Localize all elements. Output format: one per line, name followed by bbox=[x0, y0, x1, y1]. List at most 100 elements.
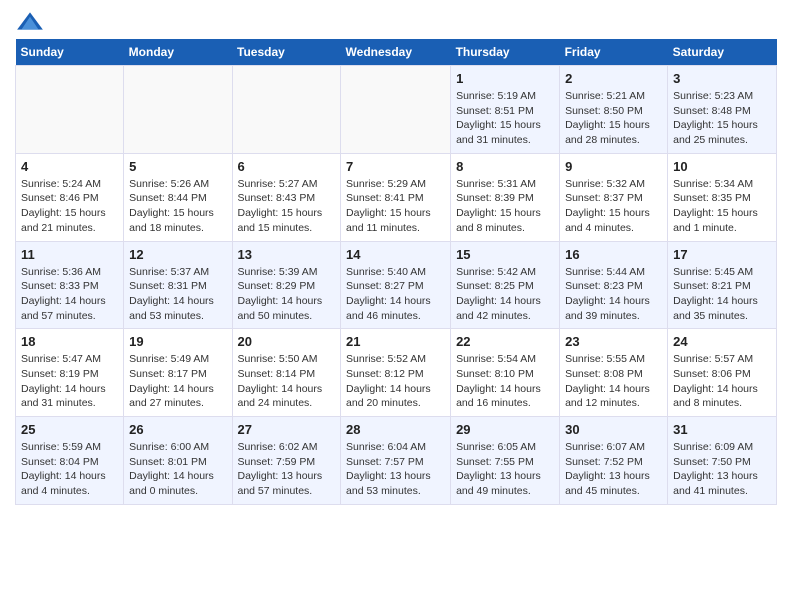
calendar-cell: 3 Sunrise: 5:23 AMSunset: 8:48 PMDaylight… bbox=[668, 66, 777, 154]
day-info: Sunrise: 5:24 AMSunset: 8:46 PMDaylight:… bbox=[21, 177, 118, 236]
day-info: Sunrise: 5:45 AMSunset: 8:21 PMDaylight:… bbox=[673, 265, 771, 324]
calendar-cell bbox=[124, 66, 232, 154]
day-info: Sunrise: 5:19 AMSunset: 8:51 PMDaylight:… bbox=[456, 89, 554, 148]
day-info: Sunrise: 5:52 AMSunset: 8:12 PMDaylight:… bbox=[346, 352, 445, 411]
calendar-cell: 21Sunrise: 5:52 AMSunset: 8:12 PMDayligh… bbox=[341, 329, 451, 417]
calendar-cell: 7 Sunrise: 5:29 AMSunset: 8:41 PMDaylight… bbox=[341, 153, 451, 241]
calendar-body: 1Sunrise: 5:19 AMSunset: 8:51 PMDaylight… bbox=[16, 66, 777, 505]
day-number: 4 bbox=[21, 159, 118, 174]
header-tuesday: Tuesday bbox=[232, 39, 341, 66]
week-row-5: 25 Sunrise: 5:59 AMSunset: 8:04 PMDayligh… bbox=[16, 417, 777, 505]
calendar-cell: 15 Sunrise: 5:42 AMSunset: 8:25 PMDayligh… bbox=[451, 241, 560, 329]
day-info: Sunrise: 5:34 AMSunset: 8:35 PMDaylight:… bbox=[673, 177, 771, 236]
day-info: Sunrise: 5:49 AMSunset: 8:17 PMDaylight:… bbox=[129, 352, 226, 411]
day-info: Sunrise: 5:40 AMSunset: 8:27 PMDaylight:… bbox=[346, 265, 445, 324]
calendar-cell: 20 Sunrise: 5:50 AMSunset: 8:14 PMDayligh… bbox=[232, 329, 341, 417]
calendar-cell: 4 Sunrise: 5:24 AMSunset: 8:46 PMDaylight… bbox=[16, 153, 124, 241]
calendar-cell bbox=[341, 66, 451, 154]
calendar-cell: 14 Sunrise: 5:40 AMSunset: 8:27 PMDayligh… bbox=[341, 241, 451, 329]
calendar-cell: 11Sunrise: 5:36 AMSunset: 8:33 PMDayligh… bbox=[16, 241, 124, 329]
day-number: 24 bbox=[673, 334, 771, 349]
day-number: 14 bbox=[346, 247, 445, 262]
day-info: Sunrise: 5:37 AMSunset: 8:31 PMDaylight:… bbox=[129, 265, 226, 324]
week-row-4: 18 Sunrise: 5:47 AMSunset: 8:19 PMDayligh… bbox=[16, 329, 777, 417]
day-number: 13 bbox=[238, 247, 336, 262]
day-number: 6 bbox=[238, 159, 336, 174]
day-number: 10 bbox=[673, 159, 771, 174]
day-info: Sunrise: 6:09 AMSunset: 7:50 PMDaylight:… bbox=[673, 440, 771, 499]
day-info: Sunrise: 5:42 AMSunset: 8:25 PMDaylight:… bbox=[456, 265, 554, 324]
day-info: Sunrise: 5:47 AMSunset: 8:19 PMDaylight:… bbox=[21, 352, 118, 411]
calendar-cell bbox=[232, 66, 341, 154]
calendar-cell: 30Sunrise: 6:07 AMSunset: 7:52 PMDayligh… bbox=[560, 417, 668, 505]
header-thursday: Thursday bbox=[451, 39, 560, 66]
day-info: Sunrise: 6:02 AMSunset: 7:59 PMDaylight:… bbox=[238, 440, 336, 499]
header-friday: Friday bbox=[560, 39, 668, 66]
day-info: Sunrise: 5:23 AMSunset: 8:48 PMDaylight:… bbox=[673, 89, 771, 148]
day-number: 22 bbox=[456, 334, 554, 349]
day-info: Sunrise: 6:04 AMSunset: 7:57 PMDaylight:… bbox=[346, 440, 445, 499]
day-number: 15 bbox=[456, 247, 554, 262]
calendar-cell: 10 Sunrise: 5:34 AMSunset: 8:35 PMDayligh… bbox=[668, 153, 777, 241]
calendar-table: Sunday Monday Tuesday Wednesday Thursday… bbox=[15, 39, 777, 505]
calendar-cell: 17 Sunrise: 5:45 AMSunset: 8:21 PMDayligh… bbox=[668, 241, 777, 329]
day-info: Sunrise: 6:00 AMSunset: 8:01 PMDaylight:… bbox=[129, 440, 226, 499]
day-number: 3 bbox=[673, 71, 771, 86]
calendar-cell: 24Sunrise: 5:57 AMSunset: 8:06 PMDayligh… bbox=[668, 329, 777, 417]
day-number: 30 bbox=[565, 422, 662, 437]
calendar-cell: 19 Sunrise: 5:49 AMSunset: 8:17 PMDayligh… bbox=[124, 329, 232, 417]
calendar-cell: 22 Sunrise: 5:54 AMSunset: 8:10 PMDayligh… bbox=[451, 329, 560, 417]
day-number: 2 bbox=[565, 71, 662, 86]
day-number: 27 bbox=[238, 422, 336, 437]
header-saturday: Saturday bbox=[668, 39, 777, 66]
day-number: 31 bbox=[673, 422, 771, 437]
day-info: Sunrise: 5:54 AMSunset: 8:10 PMDaylight:… bbox=[456, 352, 554, 411]
day-number: 7 bbox=[346, 159, 445, 174]
calendar-cell: 1Sunrise: 5:19 AMSunset: 8:51 PMDaylight… bbox=[451, 66, 560, 154]
week-row-3: 11Sunrise: 5:36 AMSunset: 8:33 PMDayligh… bbox=[16, 241, 777, 329]
day-info: Sunrise: 5:26 AMSunset: 8:44 PMDaylight:… bbox=[129, 177, 226, 236]
day-info: Sunrise: 5:32 AMSunset: 8:37 PMDaylight:… bbox=[565, 177, 662, 236]
logo bbox=[15, 10, 49, 31]
calendar-cell: 8 Sunrise: 5:31 AMSunset: 8:39 PMDaylight… bbox=[451, 153, 560, 241]
calendar-cell: 2 Sunrise: 5:21 AMSunset: 8:50 PMDaylight… bbox=[560, 66, 668, 154]
day-number: 19 bbox=[129, 334, 226, 349]
day-info: Sunrise: 5:27 AMSunset: 8:43 PMDaylight:… bbox=[238, 177, 336, 236]
day-info: Sunrise: 6:05 AMSunset: 7:55 PMDaylight:… bbox=[456, 440, 554, 499]
day-number: 28 bbox=[346, 422, 445, 437]
calendar-cell: 25 Sunrise: 5:59 AMSunset: 8:04 PMDayligh… bbox=[16, 417, 124, 505]
day-number: 5 bbox=[129, 159, 226, 174]
day-info: Sunrise: 5:39 AMSunset: 8:29 PMDaylight:… bbox=[238, 265, 336, 324]
day-number: 18 bbox=[21, 334, 118, 349]
day-number: 9 bbox=[565, 159, 662, 174]
day-info: Sunrise: 5:36 AMSunset: 8:33 PMDaylight:… bbox=[21, 265, 118, 324]
day-info: Sunrise: 5:50 AMSunset: 8:14 PMDaylight:… bbox=[238, 352, 336, 411]
day-info: Sunrise: 5:29 AMSunset: 8:41 PMDaylight:… bbox=[346, 177, 445, 236]
day-number: 29 bbox=[456, 422, 554, 437]
day-info: Sunrise: 5:44 AMSunset: 8:23 PMDaylight:… bbox=[565, 265, 662, 324]
week-row-2: 4 Sunrise: 5:24 AMSunset: 8:46 PMDaylight… bbox=[16, 153, 777, 241]
calendar-cell: 28 Sunrise: 6:04 AMSunset: 7:57 PMDayligh… bbox=[341, 417, 451, 505]
header-sunday: Sunday bbox=[16, 39, 124, 66]
logo-icon bbox=[15, 11, 45, 31]
day-number: 12 bbox=[129, 247, 226, 262]
header-monday: Monday bbox=[124, 39, 232, 66]
calendar-cell: 31 Sunrise: 6:09 AMSunset: 7:50 PMDayligh… bbox=[668, 417, 777, 505]
day-number: 8 bbox=[456, 159, 554, 174]
day-info: Sunrise: 5:59 AMSunset: 8:04 PMDaylight:… bbox=[21, 440, 118, 499]
calendar-cell: 16Sunrise: 5:44 AMSunset: 8:23 PMDayligh… bbox=[560, 241, 668, 329]
calendar-cell: 13 Sunrise: 5:39 AMSunset: 8:29 PMDayligh… bbox=[232, 241, 341, 329]
day-number: 17 bbox=[673, 247, 771, 262]
calendar-header: Sunday Monday Tuesday Wednesday Thursday… bbox=[16, 39, 777, 66]
day-info: Sunrise: 5:31 AMSunset: 8:39 PMDaylight:… bbox=[456, 177, 554, 236]
day-number: 25 bbox=[21, 422, 118, 437]
day-number: 20 bbox=[238, 334, 336, 349]
calendar-cell: 23Sunrise: 5:55 AMSunset: 8:08 PMDayligh… bbox=[560, 329, 668, 417]
day-number: 23 bbox=[565, 334, 662, 349]
calendar-cell: 26 Sunrise: 6:00 AMSunset: 8:01 PMDayligh… bbox=[124, 417, 232, 505]
page-header bbox=[15, 10, 777, 31]
calendar-cell: 12 Sunrise: 5:37 AMSunset: 8:31 PMDayligh… bbox=[124, 241, 232, 329]
day-number: 26 bbox=[129, 422, 226, 437]
day-info: Sunrise: 5:21 AMSunset: 8:50 PMDaylight:… bbox=[565, 89, 662, 148]
calendar-cell: 5 Sunrise: 5:26 AMSunset: 8:44 PMDaylight… bbox=[124, 153, 232, 241]
